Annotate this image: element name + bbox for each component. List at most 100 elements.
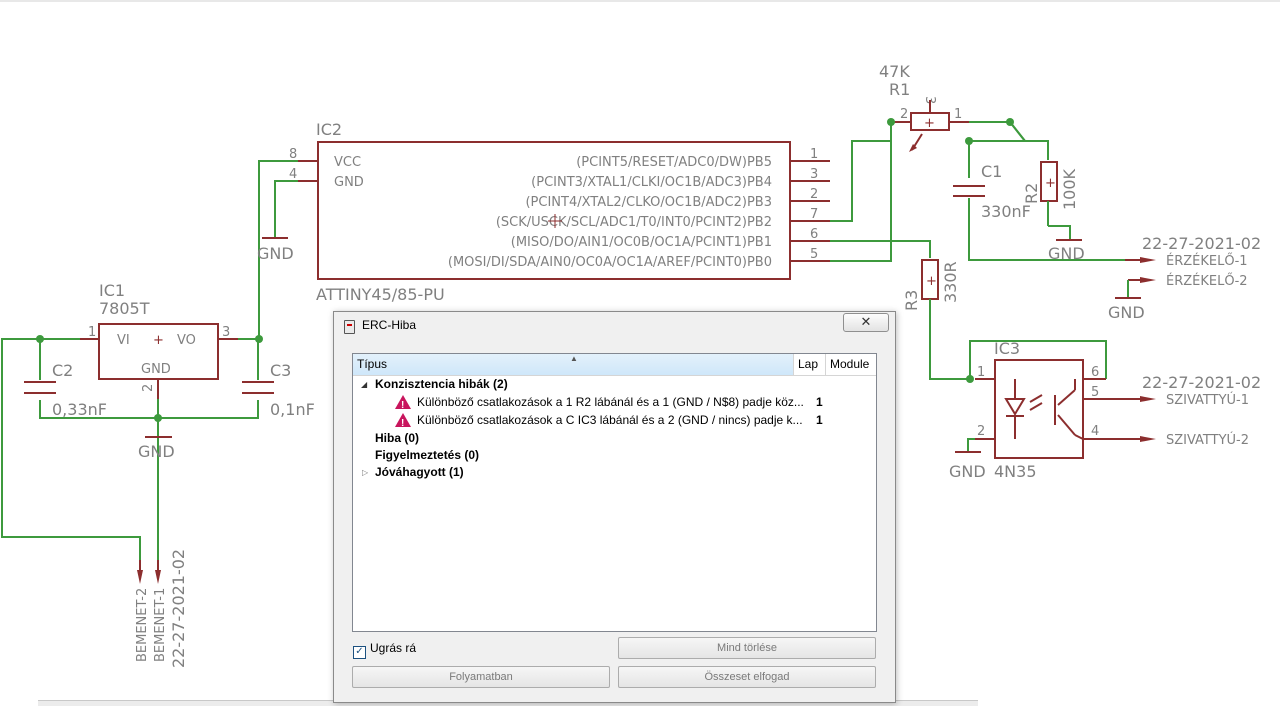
error-row-text: Különböző csatlakozások a 1 R2 lábánál é… [417,395,804,409]
ic2-pin3-num: 3 [810,167,818,182]
ic2-pin5-num: 5 [810,247,818,262]
r2-name: R2 [1022,183,1041,204]
ic1-pin1-num: 1 [88,325,96,340]
c3-capacitor[interactable]: C3 0,1nF [242,361,315,419]
ic1-pin3-num: 3 [222,325,230,340]
ic2-pin8-num: 8 [289,147,297,162]
jump-to-checkbox[interactable]: ✓ [353,646,366,659]
gnd-label-ic2: GND [257,244,294,263]
ic2-pb0-label: (MOSI/DI/SDA/AIN0/OC0A/OC1A/AREF/PCINT0)… [448,255,772,270]
ic3-optocoupler[interactable]: IC3 4N35 1 2 4 5 6 [975,339,1125,481]
input-connector-code: 22-27-2021-02 [169,549,188,668]
pump-connector[interactable]: 22-27-2021-02 SZIVATTYÚ-1 SZIVATTYÚ-2 [1125,373,1261,448]
expanded-triangle-icon[interactable]: ◢ [361,376,367,393]
ic1-regulator[interactable]: IC1 7805T VI + VO GND 1 3 2 [80,281,238,399]
error-warning-icon [395,413,411,432]
error-row[interactable]: Különböző csatlakozások a C IC3 lábánál … [353,412,876,432]
group-approved-label: Jóváhagyott (1) [375,465,464,479]
jump-to-label: Ugrás rá [370,641,417,655]
c1-capacitor[interactable]: C1 330nF [953,162,1031,221]
ic2-gnd-label: GND [334,175,364,190]
ic2-name: IC2 [316,120,342,139]
r1-value: 47K [879,62,910,81]
jump-to-option[interactable]: ✓ Ugrás rá [353,641,416,659]
ic2-pin4-num: 4 [289,167,297,182]
r3-value: 330R [941,261,960,303]
ic2-pb5-label: (PCINT5/RESET/ADC0/DW)PB5 [576,155,772,170]
r1-plus-sign: + [924,116,935,131]
ic2-pb3-label: (PCINT4/XTAL2/CLKO/OC1B/ADC2)PB3 [525,195,772,210]
ic2-vcc-label: VCC [334,155,361,170]
error-row[interactable]: Különböző csatlakozások a 1 R2 lábánál é… [353,394,876,414]
dialog-titlebar[interactable]: ERC-Hiba ✕ [334,312,895,340]
c3-name: C3 [270,361,291,380]
tree-group-errors[interactable]: Hiba (0) [353,430,876,447]
ic1-pin2-num: 2 [141,384,156,392]
r2-value: 100K [1060,168,1079,210]
pump2-label: SZIVATTYÚ-2 [1166,432,1249,448]
dialog-title: ERC-Hiba [362,318,417,332]
ic3-pin4-num: 4 [1091,424,1099,439]
tree-group-approved[interactable]: ▷ Jóváhagyott (1) [353,464,876,481]
ic2-pin7-num: 7 [810,207,818,222]
c2-value: 0,33nF [52,400,107,419]
ic1-vi-label: VI [117,333,130,348]
group-consistency-label: Konzisztencia hibák (2) [375,377,508,391]
collapsed-triangle-icon[interactable]: ▷ [362,464,368,481]
column-type-label: Típus [357,357,388,371]
sensor1-label: ÉRZÉKELŐ-1 [1166,253,1248,269]
ic3-pin2-num: 2 [977,424,985,439]
gnd-label-sensor: GND [1108,303,1145,322]
c2-capacitor[interactable]: C2 0,33nF [24,361,107,419]
sensor2-label: ÉRZÉKELŐ-2 [1166,273,1248,289]
ic1-value: 7805T [99,299,150,318]
pump1-label: SZIVATTYÚ-1 [1166,392,1249,408]
ic2-pb1-label: (MISO/DO/AIN1/OC0B/OC1A/PCINT1)PB1 [511,235,772,250]
group-warnings-label: Figyelmeztetés (0) [375,448,480,462]
ic1-plus-sign: + [153,333,164,348]
close-icon: ✕ [860,314,872,329]
erc-dialog[interactable]: ERC-Hiba ✕ Típus ▲ Lap Module ◢ Konziszt… [333,311,896,703]
accept-all-button[interactable]: Összeset elfogad [618,666,876,688]
column-module-label: Module [830,357,870,371]
clear-all-button[interactable]: Mind törlése [618,637,876,659]
input2-label: BEMENET-2 [135,588,150,662]
list-header: Típus ▲ Lap Module [353,354,876,376]
sensor-connector[interactable]: 22-27-2021-02 ÉRZÉKELŐ-1 ÉRZÉKELŐ-2 [1125,234,1261,289]
ic1-name: IC1 [99,281,125,300]
r1-potentiometer[interactable]: + 47K R1 2 1 3 [879,62,969,152]
ic2-pb4-label: (PCINT3/XTAL1/CLKI/OC1B/ADC3)PB4 [531,175,772,190]
ic1-gnd-label: GND [141,362,171,377]
column-header-page[interactable]: Lap [794,354,828,375]
ic2-value: ATTINY45/85-PU [316,285,445,304]
c1-name: C1 [981,162,1002,181]
sensor-connector-code: 22-27-2021-02 [1142,234,1261,253]
pump-connector-code: 22-27-2021-02 [1142,373,1261,392]
close-button[interactable]: ✕ [843,313,889,332]
r1-pin2-num: 2 [900,107,908,122]
ic2-attiny[interactable]: IC2 ATTINY45/85-PU VCC GND 8 4 (PCINT5/R… [289,120,830,304]
ic2-pin2-num: 2 [810,187,818,202]
r2-resistor[interactable]: + R2 100K [1022,161,1079,210]
ic1-vo-label: VO [177,333,196,348]
r1-name: R1 [889,80,910,99]
input1-label: BEMENET-1 [153,588,168,662]
input-connector[interactable]: BEMENET-2 BEMENET-1 22-27-2021-02 [135,549,188,668]
ic3-pin6-num: 6 [1091,365,1099,380]
clear-all-label: Mind törlése [717,642,777,654]
r1-pin1-num: 1 [954,107,962,122]
c2-name: C2 [52,361,73,380]
r3-plus-sign: + [926,274,937,289]
accept-all-label: Összeset elfogad [704,671,790,683]
sort-ascending-icon: ▲ [570,354,578,363]
gnd-label-ic3: GND [949,462,986,481]
column-header-module[interactable]: Module [826,354,880,375]
gnd-label-ic1: GND [138,442,175,461]
ic3-name: IC3 [994,339,1020,358]
error-row-page: 1 [816,395,823,409]
tree-group-warnings[interactable]: Figyelmeztetés (0) [353,447,876,464]
in-progress-button[interactable]: Folyamatban [352,666,610,688]
tree-group-consistency[interactable]: ◢ Konzisztencia hibák (2) [353,376,876,393]
erc-error-list[interactable]: Típus ▲ Lap Module ◢ Konzisztencia hibák… [352,353,877,632]
gnd-label-r2: GND [1048,244,1085,263]
